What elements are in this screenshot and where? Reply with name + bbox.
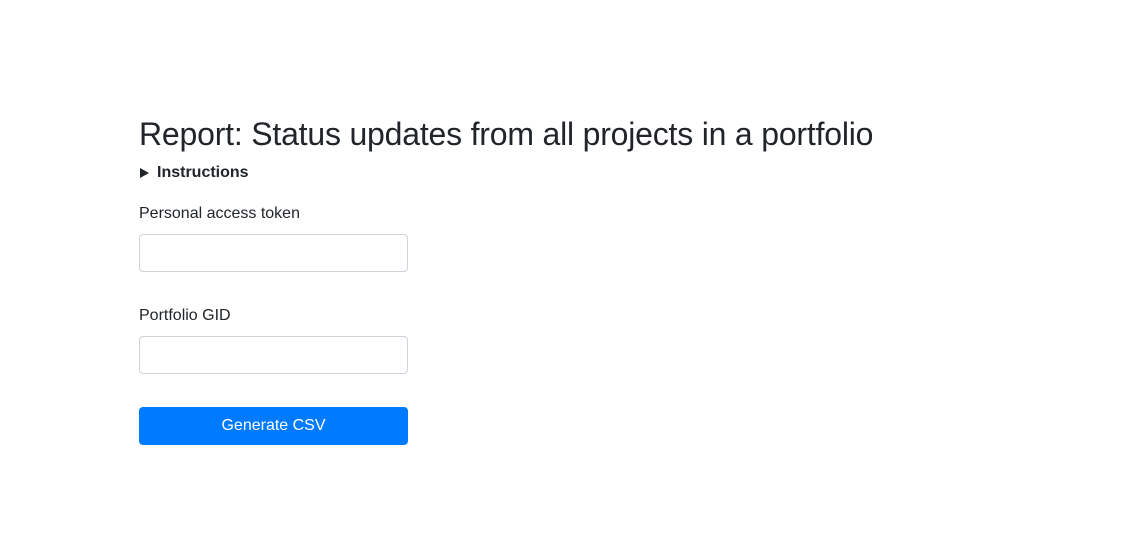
portfolio-gid-input[interactable] [139,336,408,374]
portfolio-gid-label: Portfolio GID [139,307,231,324]
token-input[interactable] [139,234,408,272]
instructions-toggle[interactable]: Instructions [139,162,1039,184]
token-label: Personal access token [139,205,300,222]
report-form-container: Report: Status updates from all projects… [139,112,1039,445]
portfolio-field-group: Portfolio GID [139,306,1039,374]
instructions-label: Instructions [157,164,249,181]
triangle-right-icon [140,168,149,178]
token-field-group: Personal access token [139,204,1039,272]
page: Report: Status updates from all projects… [0,0,1143,551]
generate-csv-button[interactable]: Generate CSV [139,407,408,445]
page-title: Report: Status updates from all projects… [139,116,874,152]
